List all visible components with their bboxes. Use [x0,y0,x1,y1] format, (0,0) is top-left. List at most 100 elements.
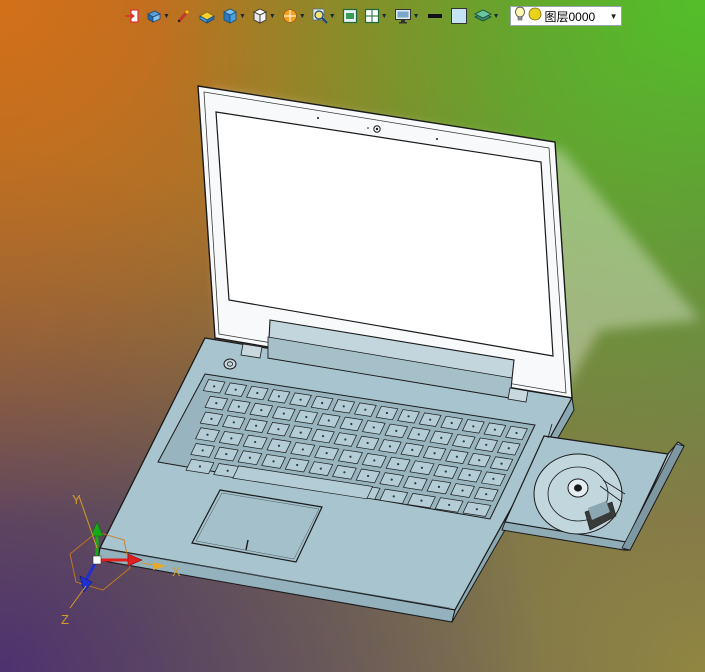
fill-color-icon [450,7,468,25]
key-legend [301,448,304,451]
key-legend [237,405,240,408]
section-ball-icon [282,8,298,24]
key-legend [500,462,503,465]
key-legend [420,499,423,502]
key-legend [468,474,471,477]
wireframe-cube-button[interactable]: ▼ [250,5,278,27]
fit-view-icon [342,8,358,24]
split-view-button[interactable]: ▼ [362,5,390,27]
line-color-icon [426,8,444,24]
key-legend [448,503,451,507]
key-legend [305,415,308,419]
key-legend [411,448,414,451]
key-legend [485,493,488,496]
key-legend [255,424,258,427]
key-legend [343,471,346,474]
key-legend [450,421,453,425]
key-legend [388,445,392,448]
key-legend [299,431,302,434]
fill-color-button[interactable] [448,5,470,27]
key-legend [277,428,280,431]
fit-view-button[interactable] [340,5,360,27]
key-legend [372,426,375,429]
key-legend [349,455,352,458]
shaded-button[interactable] [196,5,218,27]
key-legend [277,444,281,447]
zoom-button[interactable]: ▼ [310,5,338,27]
key-legend [282,412,285,415]
key-legend [417,433,420,436]
line-color-button[interactable] [424,5,446,27]
layer-color-icon [528,7,542,26]
key-legend [437,485,441,488]
x-axis-label: X [172,564,181,579]
key-legend [296,463,299,467]
split-view-icon [364,8,380,24]
zoom-view-icon [312,8,328,24]
key-legend [433,452,436,455]
key-legend [256,391,259,395]
key-legend [232,421,235,424]
key-legend [299,398,302,401]
key-legend [390,478,393,481]
wireframe-cube-icon [252,8,268,24]
layer-manager-button[interactable]: ▼ [472,5,502,27]
key-legend [366,474,370,478]
view-cube-button[interactable]: ▼ [220,5,248,27]
key-legend [407,415,410,418]
layer-selector[interactable]: 图层0000 ▼ [509,6,622,27]
shaded-solid-icon [198,8,216,24]
power-button-icon [223,358,237,370]
sketch-button[interactable] [174,5,194,27]
lightbulb-icon [514,6,526,27]
key-legend [493,428,497,431]
view-toolbar: ▼ ▼ ▼ ▼ ▼ ▼ ▼ ▼ 图层0000 ▼ [122,4,684,28]
laptop-model[interactable]: Y X Z [0,0,705,672]
render-mode-button[interactable]: ▼ [144,5,172,27]
key-legend [344,438,347,441]
key-legend [366,441,369,445]
key-legend [260,408,263,412]
key-legend [226,469,229,472]
key-legend [272,460,275,463]
key-legend [225,452,228,456]
key-legend [254,440,257,444]
key-legend [234,388,237,391]
key-legend [277,395,281,398]
key-legend [325,451,328,455]
key-legend [206,433,209,436]
key-legend [213,385,216,388]
y-axis-label: Y [72,492,81,507]
key-legend [321,401,324,405]
monitor-display-icon [394,8,412,24]
key-legend [478,459,481,462]
key-legend [475,508,478,511]
key-legend [420,466,424,469]
key-legend [198,465,202,468]
key-legend [210,417,213,420]
import-button[interactable] [122,5,142,27]
key-legend [461,489,464,492]
key-legend [230,437,233,440]
laptop-base [97,319,575,623]
key-legend [350,422,353,426]
key-legend [485,443,488,446]
key-legend [319,467,322,470]
key-legend [201,449,204,452]
key-legend [395,429,398,433]
chevron-down-icon[interactable]: ▼ [610,12,618,21]
pencil-sketch-icon [176,8,192,24]
key-legend [321,434,325,438]
3d-viewport[interactable]: Y X Z ▼ ▼ ▼ ▼ ▼ ▼ ▼ ▼ 图层0000 ▼ [0,0,705,672]
key-legend [327,419,330,422]
key-legend [472,425,475,428]
import-arrow-icon [124,8,140,24]
section-button[interactable]: ▼ [280,5,308,27]
key-legend [385,411,389,415]
key-legend [440,436,443,439]
key-legend [342,405,345,408]
key-legend [373,459,376,462]
display-button[interactable]: ▼ [392,5,422,27]
key-legend [248,456,252,459]
key-legend [215,402,218,405]
